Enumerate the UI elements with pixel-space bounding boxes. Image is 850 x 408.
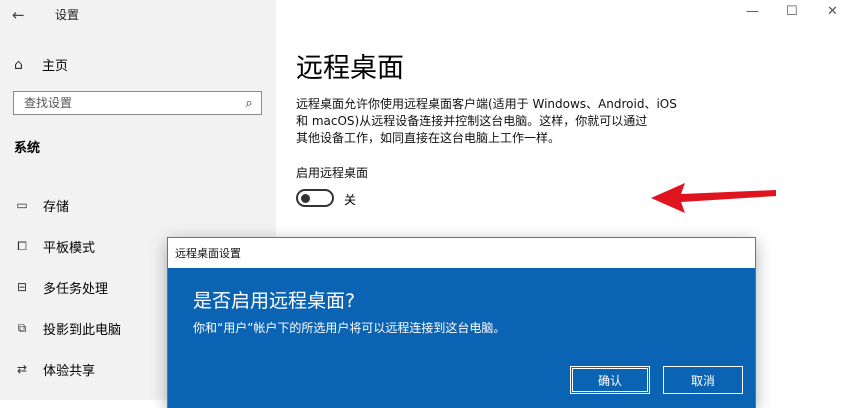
sidebar-item-home[interactable]: ⌂ 主页 xyxy=(14,55,69,75)
storage-icon: ▭ xyxy=(16,198,28,212)
cancel-button[interactable]: 取消 xyxy=(663,366,743,394)
minimize-icon[interactable]: — xyxy=(746,4,759,19)
dialog-message: 你和“用户”帐户下的所选用户将可以远程连接到这台电脑。 xyxy=(193,321,506,335)
description: 远程桌面允许你使用远程桌面客户端(适用于 Windows、Android、iOS… xyxy=(296,96,726,147)
dialog-body: 是否启用远程桌面? 你和“用户”帐户下的所选用户将可以远程连接到这台电脑。 确认… xyxy=(168,268,755,408)
search-box[interactable]: ⌕ xyxy=(13,91,262,115)
page-title: 远程桌面 xyxy=(296,53,404,84)
red-arrow-icon xyxy=(651,183,776,213)
projecting-icon: ⧉ xyxy=(17,320,27,335)
dialog-title: 远程桌面设置 xyxy=(168,238,755,268)
sidebar-item-storage[interactable]: ▭ 存储 xyxy=(0,192,276,218)
sidebar-item-label: 投影到此电脑 xyxy=(43,322,122,338)
toggle-label: 启用远程桌面 xyxy=(296,166,369,180)
sidebar-item-label: 存储 xyxy=(43,199,70,215)
toggle-state: 关 xyxy=(344,193,357,207)
sidebar-item-label: 平板模式 xyxy=(43,240,96,256)
multitasking-icon: ⊟ xyxy=(16,280,28,294)
dialog-heading: 是否启用远程桌面? xyxy=(193,290,356,312)
search-input[interactable] xyxy=(14,95,237,111)
sidebar-item-label: 体验共享 xyxy=(43,363,96,379)
search-icon[interactable]: ⌕ xyxy=(237,96,261,111)
remote-desktop-toggle[interactable] xyxy=(296,189,334,207)
description-line: 和 macOS)从远程设备连接并控制这台电脑。这样，你就可以通过 xyxy=(296,114,648,128)
confirm-button[interactable]: 确认 xyxy=(570,366,650,394)
shared-experiences-icon: ⇄ xyxy=(16,362,28,376)
close-icon[interactable]: ✕ xyxy=(827,4,838,19)
home-icon: ⌂ xyxy=(14,56,23,73)
sidebar-item-label: 主页 xyxy=(42,59,69,74)
sidebar-item-label: 多任务处理 xyxy=(43,281,109,297)
toggle-knob xyxy=(301,194,310,203)
app-title: 设置 xyxy=(55,8,80,22)
remote-desktop-settings-dialog: 远程桌面设置 是否启用远程桌面? 你和“用户”帐户下的所选用户将可以远程连接到这… xyxy=(168,238,755,408)
section-title: 系统 xyxy=(14,141,41,156)
tablet-mode-icon: ⧠ xyxy=(17,238,27,253)
back-arrow-icon[interactable]: ← xyxy=(12,6,25,24)
description-line: 远程桌面允许你使用远程桌面客户端(适用于 Windows、Android、iOS xyxy=(296,97,677,111)
maximize-icon[interactable]: ☐ xyxy=(786,4,798,19)
description-line: 其他设备工作，如同直接在这台电脑上工作一样。 xyxy=(296,131,561,145)
